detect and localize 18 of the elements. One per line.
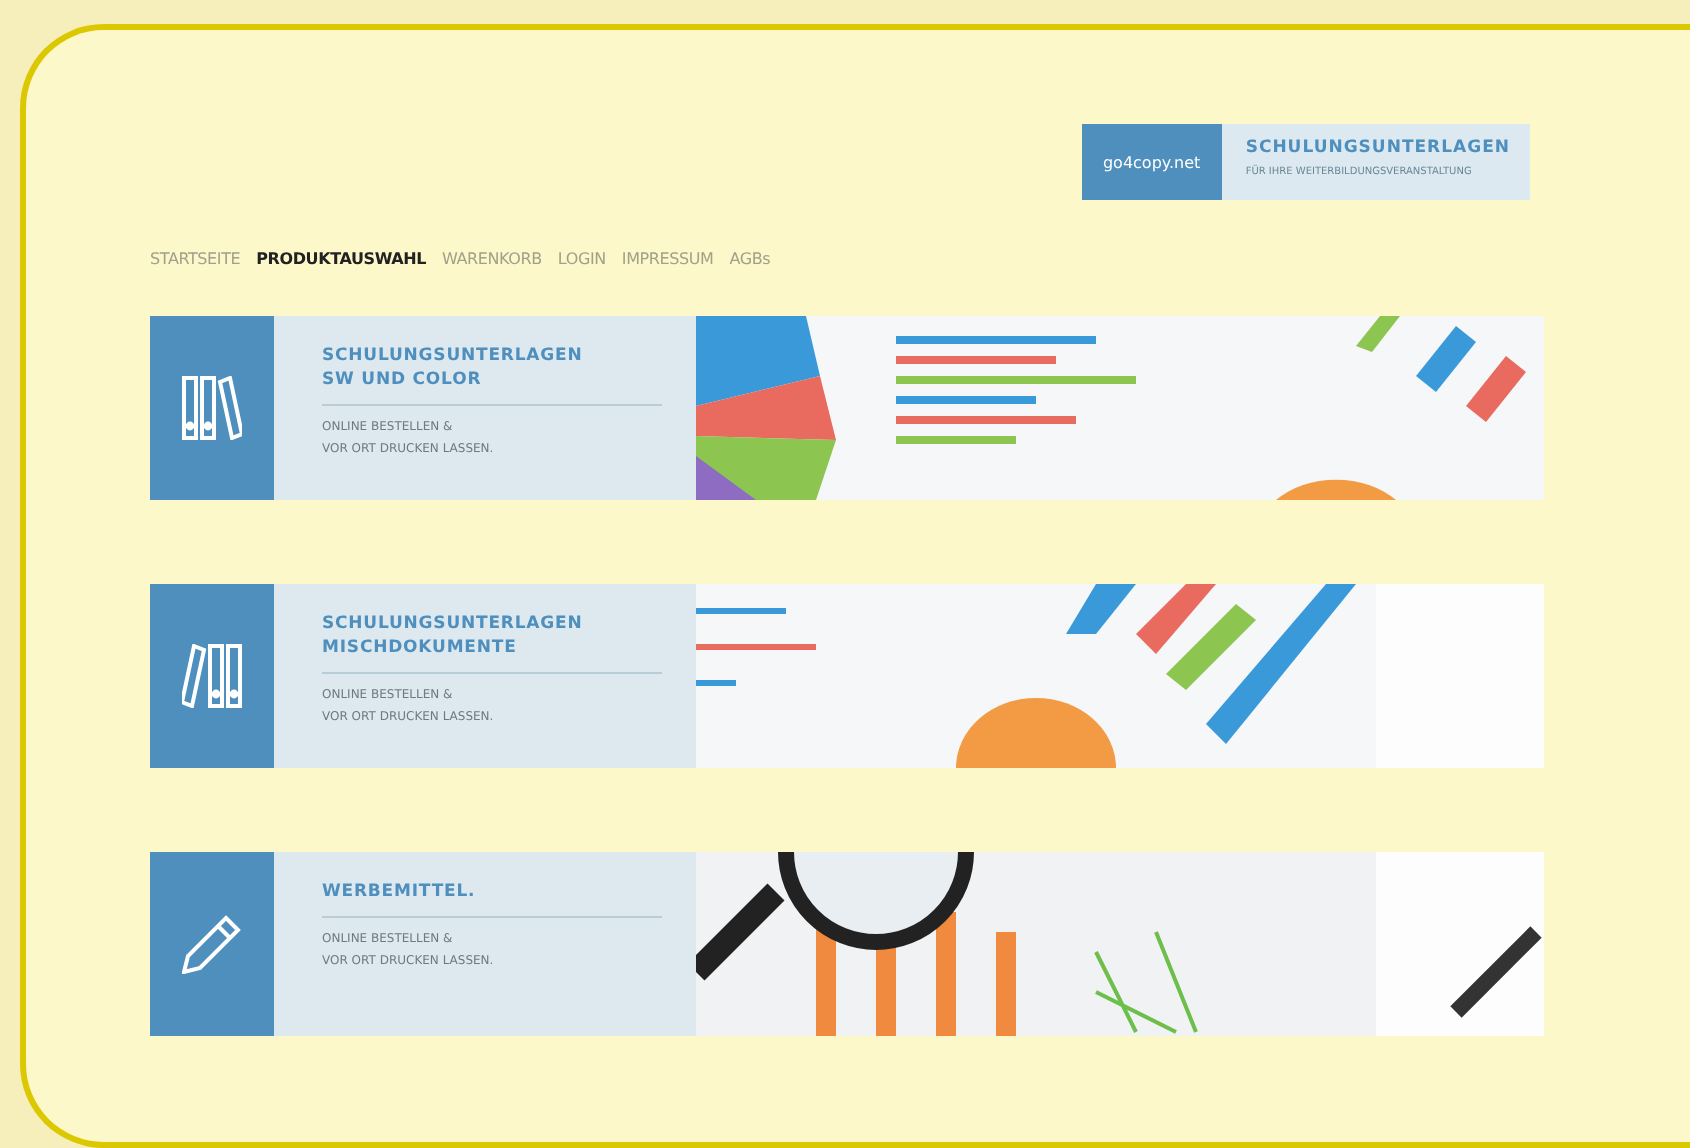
card-title: SCHULUNGSUNTERLAGEN MISCHDOKUMENTE [322,612,662,674]
icon-tile[interactable] [150,316,274,500]
card-title: SCHULUNGSUNTERLAGEN SW UND COLOR [322,344,662,406]
nav-link[interactable]: LOGIN [557,249,606,267]
icon-tile[interactable] [150,852,274,1036]
binders-icon [182,376,242,440]
logo-title: SCHULUNGSUNTERLAGEN [1245,138,1510,158]
card-title: WERBEMITTEL. [322,880,662,918]
nav-link[interactable]: PRODUKTAUSWAHL [256,249,426,267]
nav-link[interactable]: WARENKORB [441,249,542,267]
logo-brand[interactable]: go4copy.net [1081,124,1222,200]
chart-photo-drawing[interactable] [696,852,1544,1036]
nav-link[interactable]: IMPRESSUM [621,249,714,267]
nav-link[interactable]: STARTSEITE [150,249,241,267]
pencil-icon [182,914,242,974]
icon-tile[interactable] [150,584,274,768]
binders-icon [182,644,242,708]
nav-link[interactable]: AGBs [729,249,771,267]
